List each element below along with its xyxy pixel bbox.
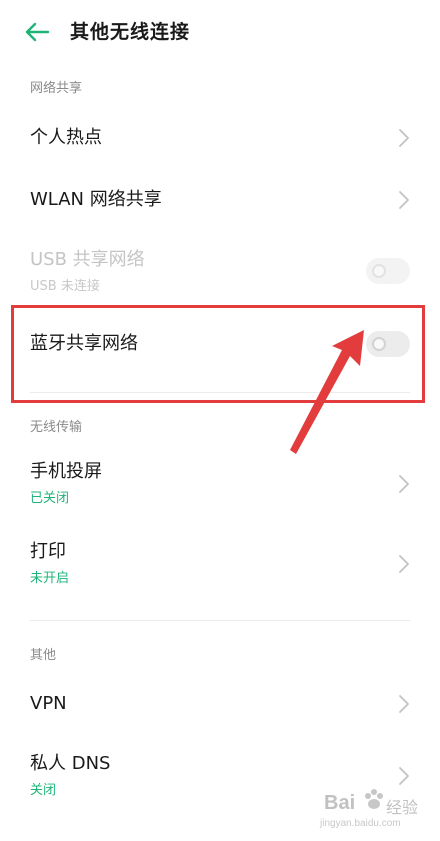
section-header-other: 其他 [30, 648, 57, 663]
row-title: 个人热点 [30, 127, 102, 148]
row-subtitle: USB 未连接 [30, 279, 100, 294]
list-item-screen-cast[interactable]: 手机投屏 已关闭 [0, 452, 440, 514]
row-subtitle: 关闭 [30, 783, 57, 798]
section-header-wireless-transfer: 无线传输 [30, 420, 83, 435]
row-title: VPN [30, 693, 67, 714]
toggle-knob [372, 264, 386, 278]
list-item-vpn[interactable]: VPN [0, 676, 440, 732]
chevron-right-icon [399, 475, 409, 493]
section-header-network-sharing: 网络共享 [30, 81, 83, 96]
watermark: Bai 经验 jingyan.baidu.com [318, 786, 428, 834]
chevron-right-icon [399, 695, 409, 713]
row-title: WLAN 网络共享 [30, 189, 162, 210]
page-title: 其他无线连接 [70, 21, 191, 43]
watermark-url: jingyan.baidu.com [320, 818, 401, 829]
row-title: 手机投屏 [30, 461, 102, 482]
row-subtitle: 已关闭 [30, 491, 70, 506]
arrow-left-icon[interactable] [24, 20, 50, 44]
row-title: 打印 [30, 541, 66, 562]
list-item-print[interactable]: 打印 未开启 [0, 532, 440, 594]
divider [30, 620, 410, 621]
chevron-right-icon [399, 129, 409, 147]
usb-sharing-toggle [366, 258, 410, 284]
row-title: 私人 DNS [30, 753, 111, 774]
watermark-logo-text: Bai [324, 792, 356, 814]
chevron-right-icon [399, 555, 409, 573]
app-header: 其他无线连接 [0, 0, 440, 64]
row-subtitle: 未开启 [30, 571, 70, 586]
chevron-right-icon [399, 767, 409, 785]
list-item-personal-hotspot[interactable]: 个人热点 [0, 110, 440, 166]
chevron-right-icon [399, 191, 409, 209]
list-item-usb-sharing: USB 共享网络 USB 未连接 [0, 240, 440, 300]
list-item-wlan-sharing[interactable]: WLAN 网络共享 [0, 172, 440, 228]
row-title: USB 共享网络 [30, 249, 145, 270]
annotation-arrow [290, 330, 364, 454]
watermark-sub: 经验 [386, 798, 419, 817]
